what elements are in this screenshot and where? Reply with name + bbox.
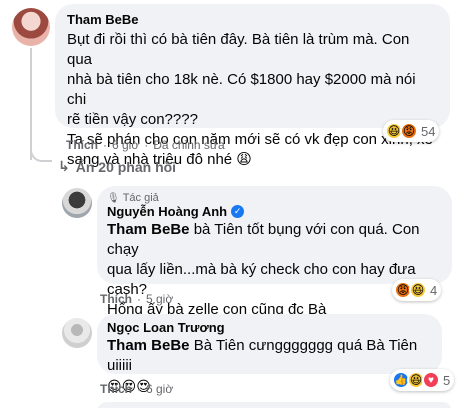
hide-replies-label: Ẩn 20 phản hồi xyxy=(75,158,177,175)
author-badge-icon: 🎙 xyxy=(107,192,120,204)
author-badge: 🎙 Tác giả xyxy=(107,192,442,204)
mention-link[interactable]: Tham BeBe xyxy=(107,337,190,354)
hide-replies-link[interactable]: ↳ Ẩn 20 phản hồi xyxy=(58,158,176,175)
mention-link[interactable]: Tham BeBe xyxy=(107,221,190,238)
reply-author[interactable]: Nguyễn Hoàng Anh xyxy=(107,204,227,219)
author-badge-label: Tác giả xyxy=(122,192,159,204)
comment-reactions[interactable]: 😆 😡 54 xyxy=(383,120,440,142)
haha-icon: 😆 xyxy=(409,281,427,299)
love-icon: ♥ xyxy=(422,371,440,389)
like-link[interactable]: Thích xyxy=(66,138,98,152)
angry-icon: 😡 xyxy=(400,122,418,140)
comment-line: nhà bà tiên cho 18k nè. Có $1800 hay $20… xyxy=(67,71,416,108)
thread-line xyxy=(30,48,32,160)
avatar-nguyen-hoang-anh[interactable] xyxy=(62,188,92,218)
edited-label[interactable]: Đã chỉnh sửa xyxy=(153,138,224,152)
verified-icon: ✓ xyxy=(231,205,245,218)
reply-reactions[interactable]: 👍 😆 ♥ 5 xyxy=(390,369,455,391)
reply-arrow-icon: ↳ xyxy=(58,158,70,174)
comment-bubble: Tham BeBe Bụt đi rồi thì có bà tiên đây.… xyxy=(55,4,450,168)
comment-time[interactable]: 6 giờ xyxy=(112,138,139,152)
reply-time[interactable]: 5 giờ xyxy=(146,292,173,306)
reaction-count: 5 xyxy=(443,372,451,388)
reply-bubble: Ngọc Loan Trương Tham BeBe Bà Tiên cưngg… xyxy=(97,314,442,394)
comment-author[interactable]: Tham BeBe xyxy=(67,12,438,27)
like-link[interactable]: Thích xyxy=(100,382,132,396)
next-reply-bubble xyxy=(97,402,452,408)
avatar-tham-bebe[interactable] xyxy=(12,8,50,46)
reply-bubble: 🎙 Tác giả Nguyễn Hoàng Anh ✓ Tham BeBe b… xyxy=(97,186,452,318)
reply-actions: Thích · 5 giờ xyxy=(100,292,174,306)
reaction-count: 4 xyxy=(430,282,438,298)
comment-actions: Thích · 6 giờ · Đã chỉnh sửa xyxy=(66,138,225,152)
avatar-ngoc-loan-truong[interactable] xyxy=(62,318,92,348)
thread-connector xyxy=(30,148,52,162)
like-link[interactable]: Thích xyxy=(100,292,132,306)
reaction-count: 54 xyxy=(421,123,436,139)
comment-line: rẽ tiền vậy con???? xyxy=(67,111,198,128)
reply-time[interactable]: 6 giờ xyxy=(146,382,173,396)
reply-actions: Thích · 6 giờ xyxy=(100,382,174,396)
reply-author[interactable]: Ngọc Loan Trương xyxy=(107,320,432,335)
reply-reactions[interactable]: 😡 😆 4 xyxy=(392,279,442,301)
comment-line: Bụt đi rồi thì có bà tiên đây. Bà tiên l… xyxy=(67,31,410,68)
